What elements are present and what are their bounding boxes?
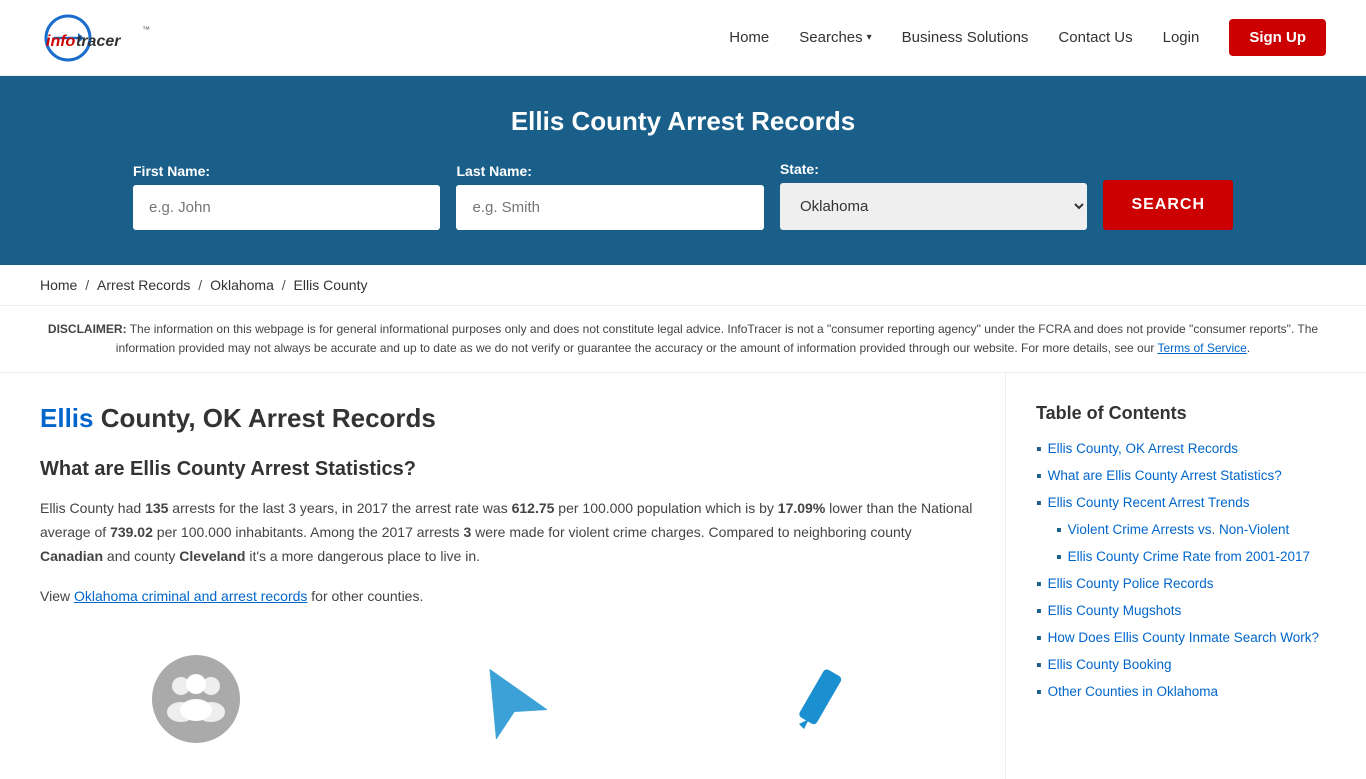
toc-item-9: Ellis County Booking [1036, 656, 1326, 675]
county2: Cleveland [179, 548, 245, 564]
first-name-input[interactable] [133, 185, 440, 230]
national-avg: 739.02 [110, 524, 153, 540]
icon-arrow-up-box [447, 649, 567, 749]
content-area: Ellis County, OK Arrest Records What are… [0, 373, 1366, 778]
toc-item-4: Violent Crime Arrests vs. Non-Violent [1036, 521, 1326, 540]
stats-paragraph: Ellis County had 135 arrests for the las… [40, 497, 975, 568]
first-name-group: First Name: [133, 163, 440, 230]
site-header: info tracer ™ Home Searches ▾ Business S… [0, 0, 1366, 76]
disclaimer-end: . [1247, 341, 1250, 355]
breadcrumb-sep1: / [85, 277, 93, 293]
toc-link-3[interactable]: Ellis County Recent Arrest Trends [1048, 494, 1250, 513]
stats-text2: arrests for the last 3 years, in 2017 th… [168, 500, 511, 516]
chevron-down-icon: ▾ [867, 32, 872, 43]
breadcrumb-home[interactable]: Home [40, 277, 77, 293]
toc-item-1: Ellis County, OK Arrest Records [1036, 440, 1326, 459]
disclaimer-section: DISCLAIMER: The information on this webp… [0, 306, 1366, 373]
oklahoma-records-link[interactable]: Oklahoma criminal and arrest records [74, 588, 307, 604]
stats-text7: and county [103, 548, 179, 564]
toc-item-6: Ellis County Police Records [1036, 575, 1326, 594]
toc-link-10[interactable]: Other Counties in Oklahoma [1048, 683, 1218, 702]
icon-pencil-box [759, 649, 879, 749]
toc-item-3: Ellis County Recent Arrest Trends [1036, 494, 1326, 513]
disclaimer-label: DISCLAIMER: [48, 322, 127, 336]
nav-login[interactable]: Login [1163, 29, 1200, 46]
table-of-contents: Table of Contents Ellis County, OK Arres… [1036, 403, 1326, 702]
nav-home[interactable]: Home [729, 29, 769, 46]
main-article: Ellis County, OK Arrest Records What are… [40, 373, 1006, 778]
icon-people-box [136, 649, 256, 749]
breadcrumb-arrest-records[interactable]: Arrest Records [97, 277, 190, 293]
toc-link-8[interactable]: How Does Ellis County Inmate Search Work… [1048, 629, 1319, 648]
arrest-rate: 612.75 [512, 500, 555, 516]
hero-title: Ellis County Arrest Records [40, 106, 1326, 137]
sidebar: Table of Contents Ellis County, OK Arres… [1006, 373, 1326, 778]
toc-link-7[interactable]: Ellis County Mugshots [1048, 602, 1182, 621]
lower-pct: 17.09% [778, 500, 825, 516]
toc-link-4[interactable]: Violent Crime Arrests vs. Non-Violent [1068, 521, 1290, 540]
last-name-label: Last Name: [456, 163, 763, 179]
toc-link-2[interactable]: What are Ellis County Arrest Statistics? [1048, 467, 1282, 486]
nav-contact-us[interactable]: Contact Us [1058, 29, 1132, 46]
breadcrumb-oklahoma[interactable]: Oklahoma [210, 277, 274, 293]
first-name-label: First Name: [133, 163, 440, 179]
breadcrumb-ellis-county[interactable]: Ellis County [294, 277, 368, 293]
nav-searches[interactable]: Searches ▾ [799, 29, 871, 46]
toc-item-8: How Does Ellis County Inmate Search Work… [1036, 629, 1326, 648]
toc-item-5: Ellis County Crime Rate from 2001-2017 [1036, 548, 1326, 567]
state-select[interactable]: Oklahoma [780, 183, 1087, 230]
stats-text3: per 100.000 population which is by [554, 500, 777, 516]
toc-link-5[interactable]: Ellis County Crime Rate from 2001-2017 [1068, 548, 1310, 567]
toc-title: Table of Contents [1036, 403, 1326, 424]
terms-of-service-link[interactable]: Terms of Service [1158, 341, 1247, 355]
search-button[interactable]: SEARCH [1103, 180, 1233, 230]
heading-blue: Ellis [40, 403, 93, 433]
stats-text8: it's a more dangerous place to live in. [245, 548, 480, 564]
arrests-count: 135 [145, 500, 168, 516]
article-heading: Ellis County, OK Arrest Records [40, 403, 975, 434]
view-text2: for other counties. [307, 588, 423, 604]
toc-link-6[interactable]: Ellis County Police Records [1048, 575, 1214, 594]
nav-business-solutions[interactable]: Business Solutions [902, 29, 1029, 46]
nav-signup[interactable]: Sign Up [1229, 19, 1326, 56]
search-form: First Name: Last Name: State: Oklahoma S… [133, 161, 1233, 230]
disclaimer-text: The information on this webpage is for g… [116, 322, 1318, 355]
heading-rest: County, OK Arrest Records [93, 403, 435, 433]
svg-text:™: ™ [142, 25, 150, 34]
toc-link-1[interactable]: Ellis County, OK Arrest Records [1048, 440, 1238, 459]
breadcrumb-sep2: / [198, 277, 206, 293]
toc-item-10: Other Counties in Oklahoma [1036, 683, 1326, 702]
toc-item-7: Ellis County Mugshots [1036, 602, 1326, 621]
breadcrumb: Home / Arrest Records / Oklahoma / Ellis… [0, 265, 1366, 306]
logo[interactable]: info tracer ™ [40, 10, 200, 65]
view-paragraph: View Oklahoma criminal and arrest record… [40, 585, 975, 609]
view-text: View [40, 588, 74, 604]
toc-list: Ellis County, OK Arrest Records What are… [1036, 440, 1326, 702]
breadcrumb-sep3: / [282, 277, 290, 293]
state-group: State: Oklahoma [780, 161, 1087, 230]
hero-section: Ellis County Arrest Records First Name: … [0, 76, 1366, 265]
svg-text:tracer: tracer [76, 33, 121, 50]
stats-text5: per 100.000 inhabitants. Among the 2017 … [153, 524, 464, 540]
icon-row [40, 629, 975, 749]
main-nav: Home Searches ▾ Business Solutions Conta… [729, 19, 1326, 56]
stats-text1: Ellis County had [40, 500, 145, 516]
svg-text:info: info [46, 33, 76, 50]
toc-item-2: What are Ellis County Arrest Statistics? [1036, 467, 1326, 486]
stats-text6: were made for violent crime charges. Com… [471, 524, 911, 540]
stats-heading: What are Ellis County Arrest Statistics? [40, 458, 975, 481]
last-name-group: Last Name: [456, 163, 763, 230]
last-name-input[interactable] [456, 185, 763, 230]
nav-searches-link[interactable]: Searches [799, 29, 862, 46]
county1: Canadian [40, 548, 103, 564]
state-label: State: [780, 161, 1087, 177]
toc-link-9[interactable]: Ellis County Booking [1048, 656, 1172, 675]
